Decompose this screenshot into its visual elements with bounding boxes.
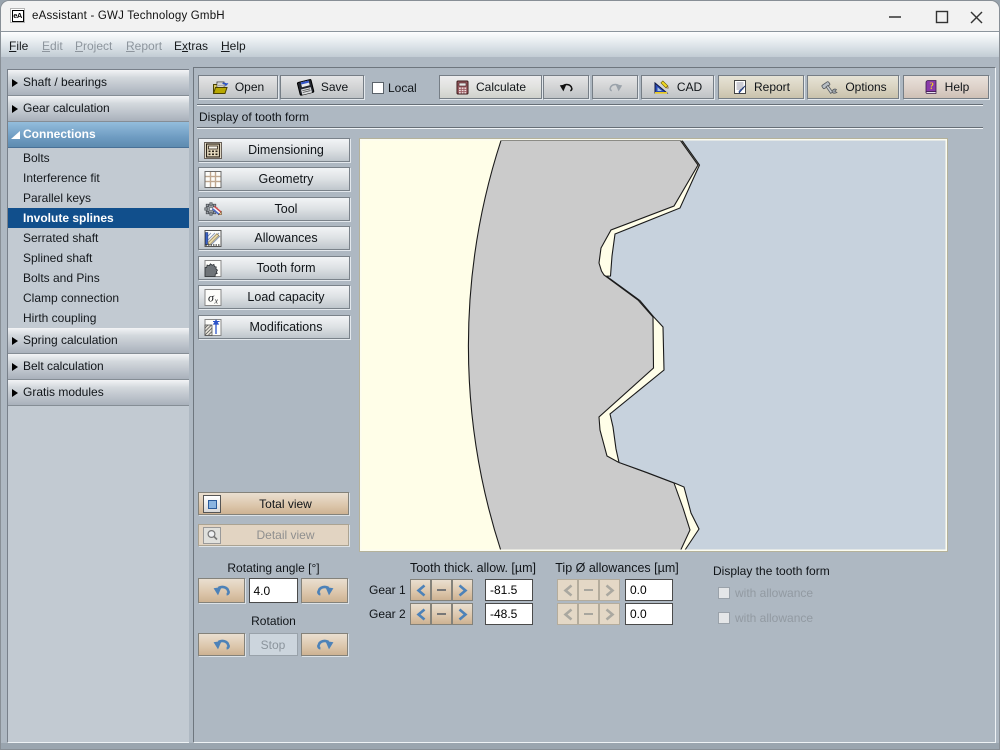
svg-text:?: ?: [929, 81, 934, 91]
svg-text:x: x: [214, 297, 219, 306]
